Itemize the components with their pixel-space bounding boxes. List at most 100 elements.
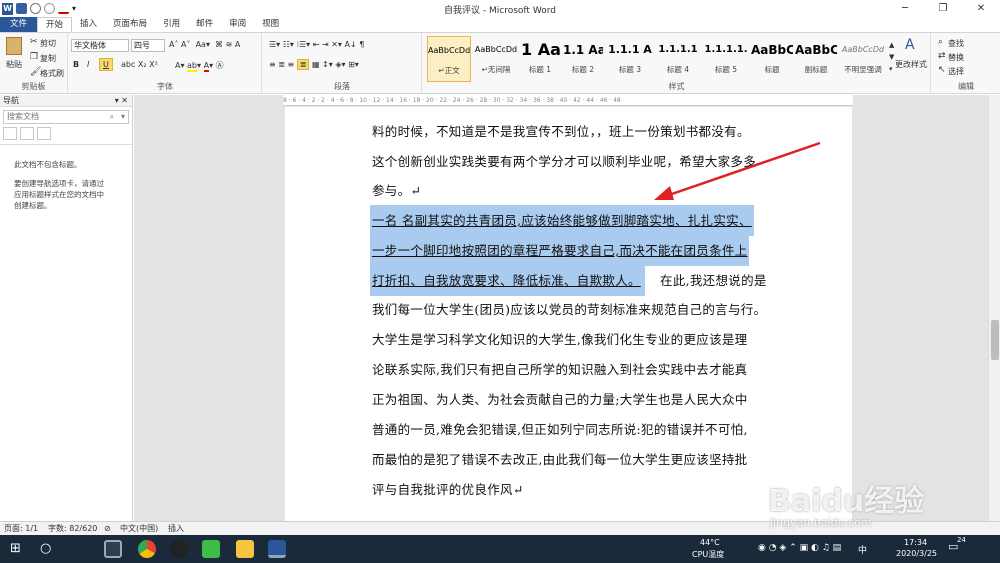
- font-size-select[interactable]: 四号: [131, 39, 165, 52]
- find-button[interactable]: 查找: [948, 38, 964, 49]
- doc-line-11[interactable]: 普通的一员,难免会犯错误,但正如列宁同志所说:犯的错误并不可怕,: [372, 419, 748, 438]
- style-subtitle[interactable]: AaBbC 副标题: [795, 36, 837, 82]
- horizontal-ruler[interactable]: 8 · 6 · 4 · 2 · 2 · 4 · 6 · 8 · 10 · 12 …: [283, 95, 853, 106]
- tab-file[interactable]: 文件: [0, 17, 38, 32]
- grow-font-button[interactable]: A˄ A˅ Aa▾ ⌘ ≋ A: [169, 40, 240, 49]
- baidu-watermark: Baidu经验: [768, 484, 925, 519]
- style-scroll-icon[interactable]: ▲ ▼ ▾: [889, 39, 894, 75]
- window-title: 自我评议 - Microsoft Word: [444, 6, 556, 16]
- doc-line-3[interactable]: 参与。↵: [372, 180, 421, 199]
- paste-button[interactable]: 粘贴: [6, 59, 22, 70]
- change-styles-button[interactable]: 更改样式: [895, 59, 927, 70]
- doc-line-6-rest[interactable]: 在此,我还想说的是: [660, 270, 767, 289]
- styles-label: 样式: [668, 82, 685, 91]
- close-icon[interactable]: ✕: [962, 0, 1000, 17]
- strikethrough-button[interactable]: abc X₂ X²: [121, 60, 158, 69]
- doc-line-5-selected[interactable]: 一步一个脚印地按照团的章程严格要求自己,而决不能在团员条件上: [370, 235, 750, 266]
- nav-pages-tab[interactable]: [20, 127, 34, 140]
- italic-button[interactable]: I: [87, 60, 89, 69]
- nav-headings-tab[interactable]: [3, 127, 17, 140]
- tab-view[interactable]: 视图: [254, 17, 287, 32]
- nav-close-icon[interactable]: ▾ ✕: [115, 95, 128, 107]
- tab-mailings[interactable]: 邮件: [188, 17, 221, 32]
- style-subtle-emphasis[interactable]: AaBbCcDd 不明显强调: [839, 36, 887, 82]
- doc-line-4-selected[interactable]: 一名 名副其实的共青团员,应该始终能够做到脚踏实地、扎扎实实、: [370, 205, 754, 236]
- cpu-temp-label: CPU温度: [692, 550, 725, 559]
- doc-line-10[interactable]: 正为祖国、为人类、为社会贡献自己的力量;大学生也是人民大众中: [372, 389, 748, 408]
- cut-button[interactable]: 剪切: [40, 38, 56, 49]
- nav-search-input[interactable]: 搜索文档 ⌕ ▾: [3, 110, 129, 124]
- nav-empty-message: 此文档不包含标题。: [14, 160, 82, 169]
- cut-icon: ✂: [30, 37, 38, 47]
- style-no-spacing[interactable]: AaBbCcDd ↵无间隔: [473, 36, 519, 82]
- paste-icon[interactable]: [6, 37, 22, 55]
- tray-icons[interactable]: ◉ ◔ ◈ ⌃ ▣ ◐ ♫ ▤: [758, 543, 841, 553]
- doc-line-1[interactable]: 料的时候，不知道是不是我宣传不到位，，班上一份策划书都没有。: [372, 121, 750, 140]
- search-taskbar-icon[interactable]: ○: [40, 541, 51, 556]
- spell-check-icon[interactable]: ⊘: [104, 522, 111, 535]
- minimize-icon[interactable]: ─: [886, 0, 924, 17]
- doc-line-8[interactable]: 大学生是学习科学文化知识的大学生,像我们化生专业的更应该是理: [372, 329, 747, 348]
- nav-header: 导航 ▾ ✕: [0, 95, 132, 107]
- replace-icon: ⇄: [938, 51, 946, 61]
- tab-home[interactable]: 开始: [37, 17, 73, 32]
- app-pinwheel-icon[interactable]: [104, 540, 122, 558]
- word-count[interactable]: 字数: 82/620: [48, 522, 97, 535]
- doc-line-6-selected[interactable]: 打折扣、自我放宽要求、降低标准、自欺欺人。: [370, 265, 645, 296]
- clock-time[interactable]: 17:34: [904, 538, 927, 547]
- annotation-arrow: [654, 141, 821, 200]
- ime-indicator[interactable]: 中: [858, 543, 867, 556]
- chrome-icon[interactable]: [138, 540, 156, 558]
- language-indicator[interactable]: 中文(中国): [120, 522, 158, 535]
- format-painter-button[interactable]: 格式刷: [40, 68, 64, 79]
- page-count[interactable]: 页面: 1/1: [4, 522, 38, 535]
- doc-line-13[interactable]: 评与自我批评的优良作风↵: [372, 479, 524, 498]
- insert-mode-indicator[interactable]: 插入: [168, 522, 184, 535]
- doc-line-7[interactable]: 我们每一位大学生(团员)应该以党员的苛刻标准来规范自己的言与行。: [372, 299, 766, 318]
- style-heading-1[interactable]: 1 Aa 标题 1: [521, 36, 561, 82]
- copy-button[interactable]: 复制: [40, 53, 56, 64]
- tab-references[interactable]: 引用: [155, 17, 188, 32]
- doc-line-12[interactable]: 而最怕的是犯了错误不去改正,由此我们每一位大学生更应该坚持批: [372, 449, 747, 468]
- style-heading-5[interactable]: 1.1.1.1. 标题 5: [703, 36, 749, 82]
- nav-results-tab[interactable]: [37, 127, 51, 140]
- vertical-scrollbar[interactable]: [988, 95, 1000, 521]
- style-title[interactable]: AaBbC 标题: [751, 36, 793, 82]
- search-icon[interactable]: ⌕: [110, 111, 114, 123]
- ribbon: 粘贴 剪切 复制 格式刷 ✂ ❐ 🖌 剪贴板 华文楷体 四号 A˄ A˅ Aa▾…: [0, 32, 1000, 94]
- underline-button[interactable]: U: [99, 58, 113, 71]
- ribbon-tabs: 文件 开始 插入 页面布局 引用 邮件 审阅 视图: [0, 17, 1000, 32]
- qq-icon[interactable]: [170, 540, 188, 558]
- align-buttons[interactable]: ≡ ≣ ≡ ≣ ▦ ↕▾ ◈▾ ⊞▾: [269, 59, 359, 70]
- tab-page-layout[interactable]: 页面布局: [105, 17, 155, 32]
- tab-insert[interactable]: 插入: [72, 17, 105, 32]
- select-icon: ↖: [938, 65, 946, 75]
- word-taskbar-icon[interactable]: [268, 540, 286, 558]
- font-label: 字体: [157, 82, 173, 91]
- nav-view-tabs: [3, 127, 129, 140]
- font-name-select[interactable]: 华文楷体: [71, 39, 129, 52]
- clipboard-label: 剪贴板: [21, 82, 46, 91]
- copy-icon: ❐: [30, 52, 39, 62]
- doc-line-9[interactable]: 论联系实际,我们只有把自己所学的知识融入到社会实践中去才能真: [372, 359, 747, 378]
- restore-icon[interactable]: ❐: [924, 0, 962, 17]
- replace-button[interactable]: 替换: [948, 52, 964, 63]
- style-heading-3[interactable]: 1.1.1 A 标题 3: [607, 36, 653, 82]
- text-effects-button[interactable]: A▾ ab▾ A▾ Ⓐ: [175, 60, 224, 72]
- navigation-pane: 导航 ▾ ✕ 搜索文档 ⌕ ▾ 此文档不包含标题。 要创建导航选项卡，请通过应用…: [0, 95, 133, 521]
- change-styles-icon: A: [905, 37, 915, 53]
- scrollbar-thumb[interactable]: [991, 320, 999, 360]
- start-icon[interactable]: ⊞: [10, 541, 21, 556]
- tab-review[interactable]: 审阅: [221, 17, 254, 32]
- style-heading-2[interactable]: 1.1 Aa 标题 2: [563, 36, 603, 82]
- clock-date[interactable]: 2020/3/25: [896, 549, 937, 558]
- bullets-button[interactable]: ☰▾ ☷▾ ⁝☰▾ ⇤ ⇥ ✕▾ A↓ ¶: [269, 40, 364, 49]
- wechat-icon[interactable]: [202, 540, 220, 558]
- style-normal[interactable]: AaBbCcDd ↵正文: [427, 36, 471, 82]
- select-button[interactable]: 选择: [948, 66, 964, 77]
- chevron-down-icon[interactable]: ▾: [121, 111, 125, 123]
- style-heading-4[interactable]: 1.1.1.1 标题 4: [655, 36, 701, 82]
- bold-button[interactable]: B: [73, 60, 79, 69]
- file-explorer-icon[interactable]: [236, 540, 254, 558]
- notification-badge: 24: [957, 536, 966, 544]
